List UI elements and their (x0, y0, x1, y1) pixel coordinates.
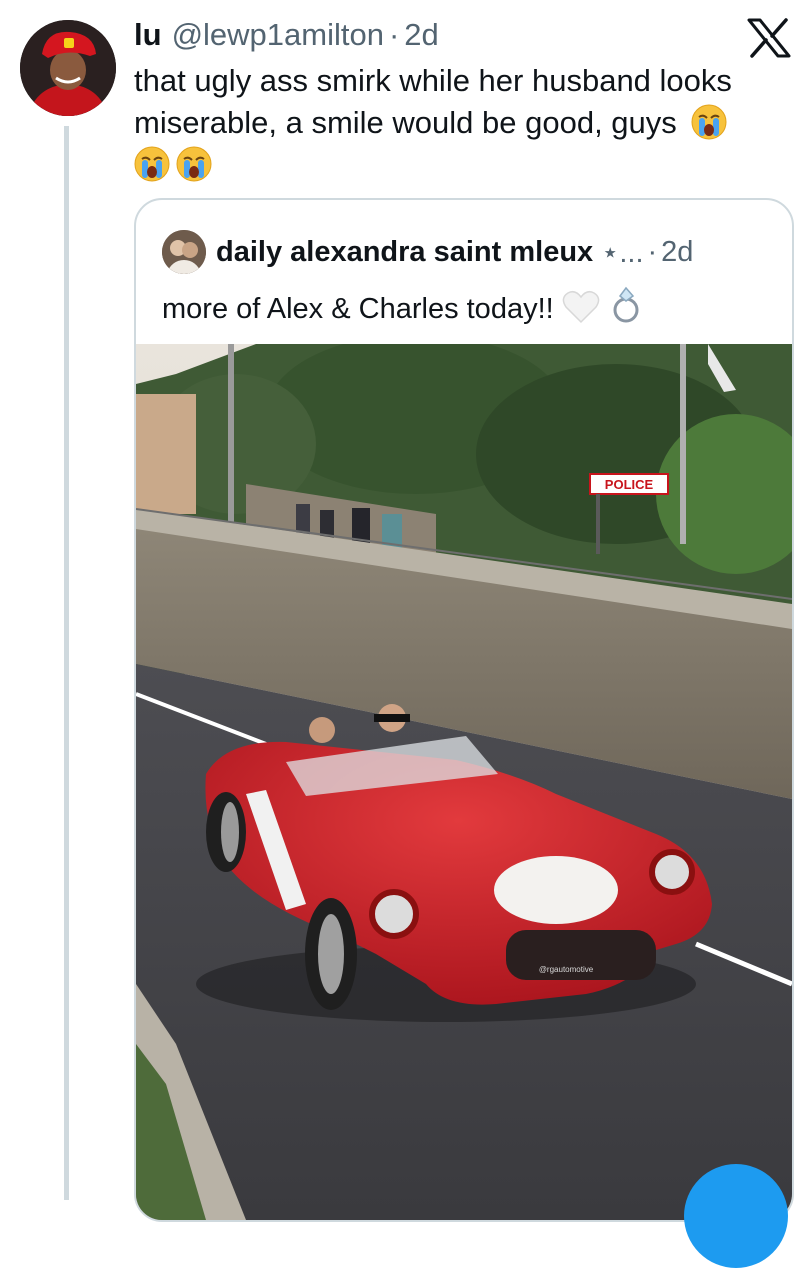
police-sign-text: POLICE (605, 477, 654, 492)
white-heart-icon (562, 290, 600, 324)
avatar-image (20, 20, 116, 116)
tweet-text: that ugly ass smirk while her husband lo… (134, 60, 784, 186)
ring-icon (613, 286, 639, 323)
author-name[interactable]: lu (134, 17, 162, 53)
loudly-crying-face-icon (134, 146, 170, 182)
author-handle[interactable]: @lewp1amilton (172, 17, 384, 53)
x-logo-icon (747, 18, 791, 58)
compose-button[interactable] (684, 1164, 788, 1268)
quoted-author-name[interactable]: daily alexandra saint mleux (216, 236, 593, 269)
loudly-crying-face-icon (691, 104, 727, 140)
loudly-crying-face-icon (176, 146, 212, 182)
quoted-media-photo[interactable]: POLICE @rgautomotive (136, 344, 792, 1220)
quoted-author-avatar[interactable] (162, 230, 206, 274)
quoted-separator-dot: · (647, 235, 658, 268)
quoted-body: more of Alex & Charles today!! (162, 293, 554, 325)
quoted-tweet-card[interactable]: daily alexandra saint mleux ⋆... · 2d mo… (134, 198, 794, 1222)
separator-dot: · (388, 17, 400, 52)
quoted-tweet-header: daily alexandra saint mleux ⋆... · 2d (216, 230, 693, 274)
quoted-avatar-image (162, 230, 206, 274)
thread-line (64, 126, 69, 1200)
quoted-author-name-overflow: ⋆... (601, 236, 644, 269)
tweet-body: that ugly ass smirk while her husband lo… (134, 63, 732, 140)
tweet-header: lu @lewp1amilton · 2d (134, 14, 439, 56)
photo-watermark: @rgautomotive (539, 965, 594, 974)
quoted-timestamp[interactable]: 2d (661, 236, 693, 269)
tweet-timestamp[interactable]: 2d (404, 17, 438, 53)
quoted-tweet-text: more of Alex & Charles today!! (162, 284, 646, 329)
author-avatar[interactable] (20, 20, 116, 116)
